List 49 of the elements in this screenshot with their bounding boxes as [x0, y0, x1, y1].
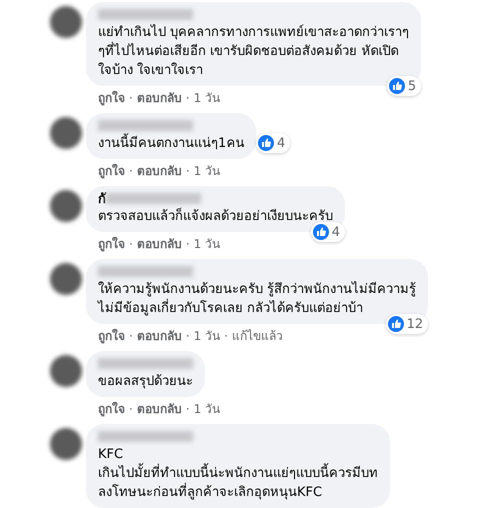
- comment-text: งานนี้มีคนตกงานแน่ๆ1คน: [98, 134, 244, 153]
- separator-dot: ·: [186, 164, 190, 179]
- reaction-badge[interactable]: 4: [256, 133, 290, 153]
- reaction-count: 4: [332, 224, 340, 240]
- reply-link[interactable]: ตอบกลับ: [136, 402, 182, 417]
- avatar[interactable]: [50, 263, 82, 295]
- avatar[interactable]: [50, 117, 82, 149]
- edited-label: แก้ไขแล้ว: [232, 329, 283, 344]
- like-link[interactable]: ถูกใจ: [98, 237, 125, 252]
- like-link[interactable]: ถูกใจ: [98, 402, 125, 417]
- separator-dot: ·: [224, 329, 228, 344]
- reaction-count: 12: [406, 316, 424, 332]
- thumbs-up-icon: [388, 78, 405, 94]
- timestamp[interactable]: 1 วัน: [194, 237, 220, 252]
- separator-dot: ·: [129, 164, 133, 179]
- avatar[interactable]: [50, 428, 82, 460]
- like-link[interactable]: ถูกใจ: [98, 164, 125, 179]
- reaction-count: 5: [408, 78, 416, 94]
- like-link[interactable]: ถูกใจ: [98, 329, 125, 344]
- avatar[interactable]: [50, 355, 82, 387]
- separator-dot: ·: [129, 402, 133, 417]
- timestamp[interactable]: 1 วัน: [194, 91, 220, 106]
- timestamp[interactable]: 1 วัน: [194, 329, 220, 344]
- comment-text: ขอผลสรุปด้วยนะ: [98, 373, 193, 391]
- separator-dot: ·: [186, 329, 190, 344]
- author-name[interactable]: กั: [98, 188, 106, 209]
- comment-text: KFC เกินไปมั้ยที่ทำแบบนี้น่ะพนักงานแย่ๆแบบนี้ควรมีบท ลงโทษนะก่อนที่ลูกค้าจะเลิกอุดหนุนKFC: [98, 446, 378, 502]
- separator-dot: ·: [129, 237, 133, 252]
- reply-link[interactable]: ตอบกลับ: [136, 237, 182, 252]
- avatar[interactable]: [50, 6, 82, 38]
- avatar[interactable]: [50, 190, 82, 222]
- reply-link[interactable]: ตอบกลับ: [136, 164, 182, 179]
- reaction-badge[interactable]: 5: [386, 76, 422, 96]
- thumbs-up-icon: [388, 316, 404, 332]
- timestamp[interactable]: 1 วัน: [194, 164, 220, 179]
- reply-link[interactable]: ตอบกลับ: [136, 91, 182, 106]
- separator-dot: ·: [186, 402, 190, 417]
- separator-dot: ·: [129, 329, 133, 344]
- separator-dot: ·: [186, 91, 190, 106]
- thumbs-up-icon: [312, 224, 329, 240]
- reply-link[interactable]: ตอบกลับ: [136, 329, 182, 344]
- reaction-badge[interactable]: 12: [386, 314, 428, 334]
- separator-dot: ·: [129, 91, 133, 106]
- reaction-badge[interactable]: 4: [310, 222, 345, 242]
- timestamp[interactable]: 1 วัน: [194, 402, 220, 417]
- reaction-count: 4: [277, 136, 286, 150]
- thumbs-up-icon: [258, 135, 274, 151]
- separator-dot: ·: [186, 237, 190, 252]
- like-link[interactable]: ถูกใจ: [98, 91, 125, 106]
